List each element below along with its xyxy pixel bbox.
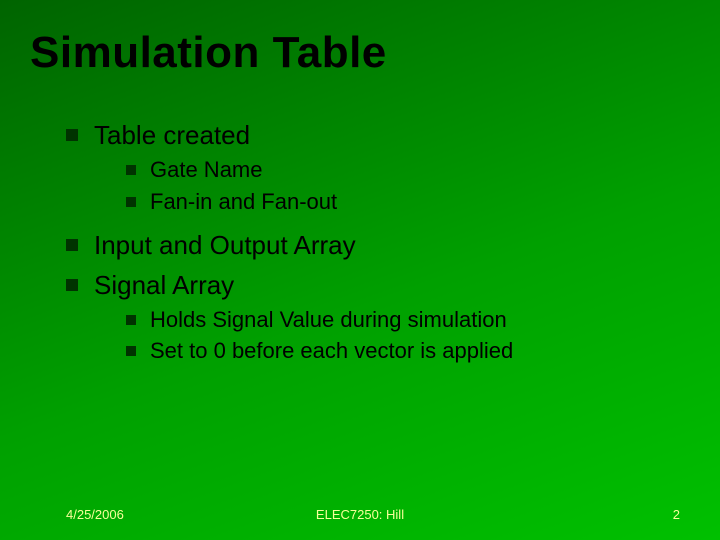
bullet-text: Signal Array — [94, 270, 234, 300]
bullet-item: Input and Output Array — [66, 228, 720, 263]
slide: Simulation Table Table created Gate Name… — [0, 0, 720, 540]
bullet-item: Table created Gate Name Fan-in and Fan-o… — [66, 118, 720, 224]
bullet-text: Table created — [94, 120, 250, 150]
sub-bullet-item: Fan-in and Fan-out — [126, 187, 720, 217]
slide-content: Table created Gate Name Fan-in and Fan-o… — [0, 78, 720, 374]
footer-center: ELEC7250: Hill — [316, 507, 404, 522]
slide-title: Simulation Table — [0, 0, 720, 78]
sub-bullet-item: Set to 0 before each vector is applied — [126, 336, 720, 366]
footer-date: 4/25/2006 — [66, 507, 124, 522]
bullet-item: Signal Array Holds Signal Value during s… — [66, 268, 720, 374]
bullet-list: Table created Gate Name Fan-in and Fan-o… — [66, 118, 720, 374]
sub-bullet-item: Holds Signal Value during simulation — [126, 305, 720, 335]
sub-bullet-item: Gate Name — [126, 155, 720, 185]
bullet-text: Input and Output Array — [94, 230, 356, 260]
sub-bullet-list: Gate Name Fan-in and Fan-out — [94, 153, 720, 224]
sub-bullet-list: Holds Signal Value during simulation Set… — [94, 303, 720, 374]
footer-page-number: 2 — [673, 507, 680, 522]
